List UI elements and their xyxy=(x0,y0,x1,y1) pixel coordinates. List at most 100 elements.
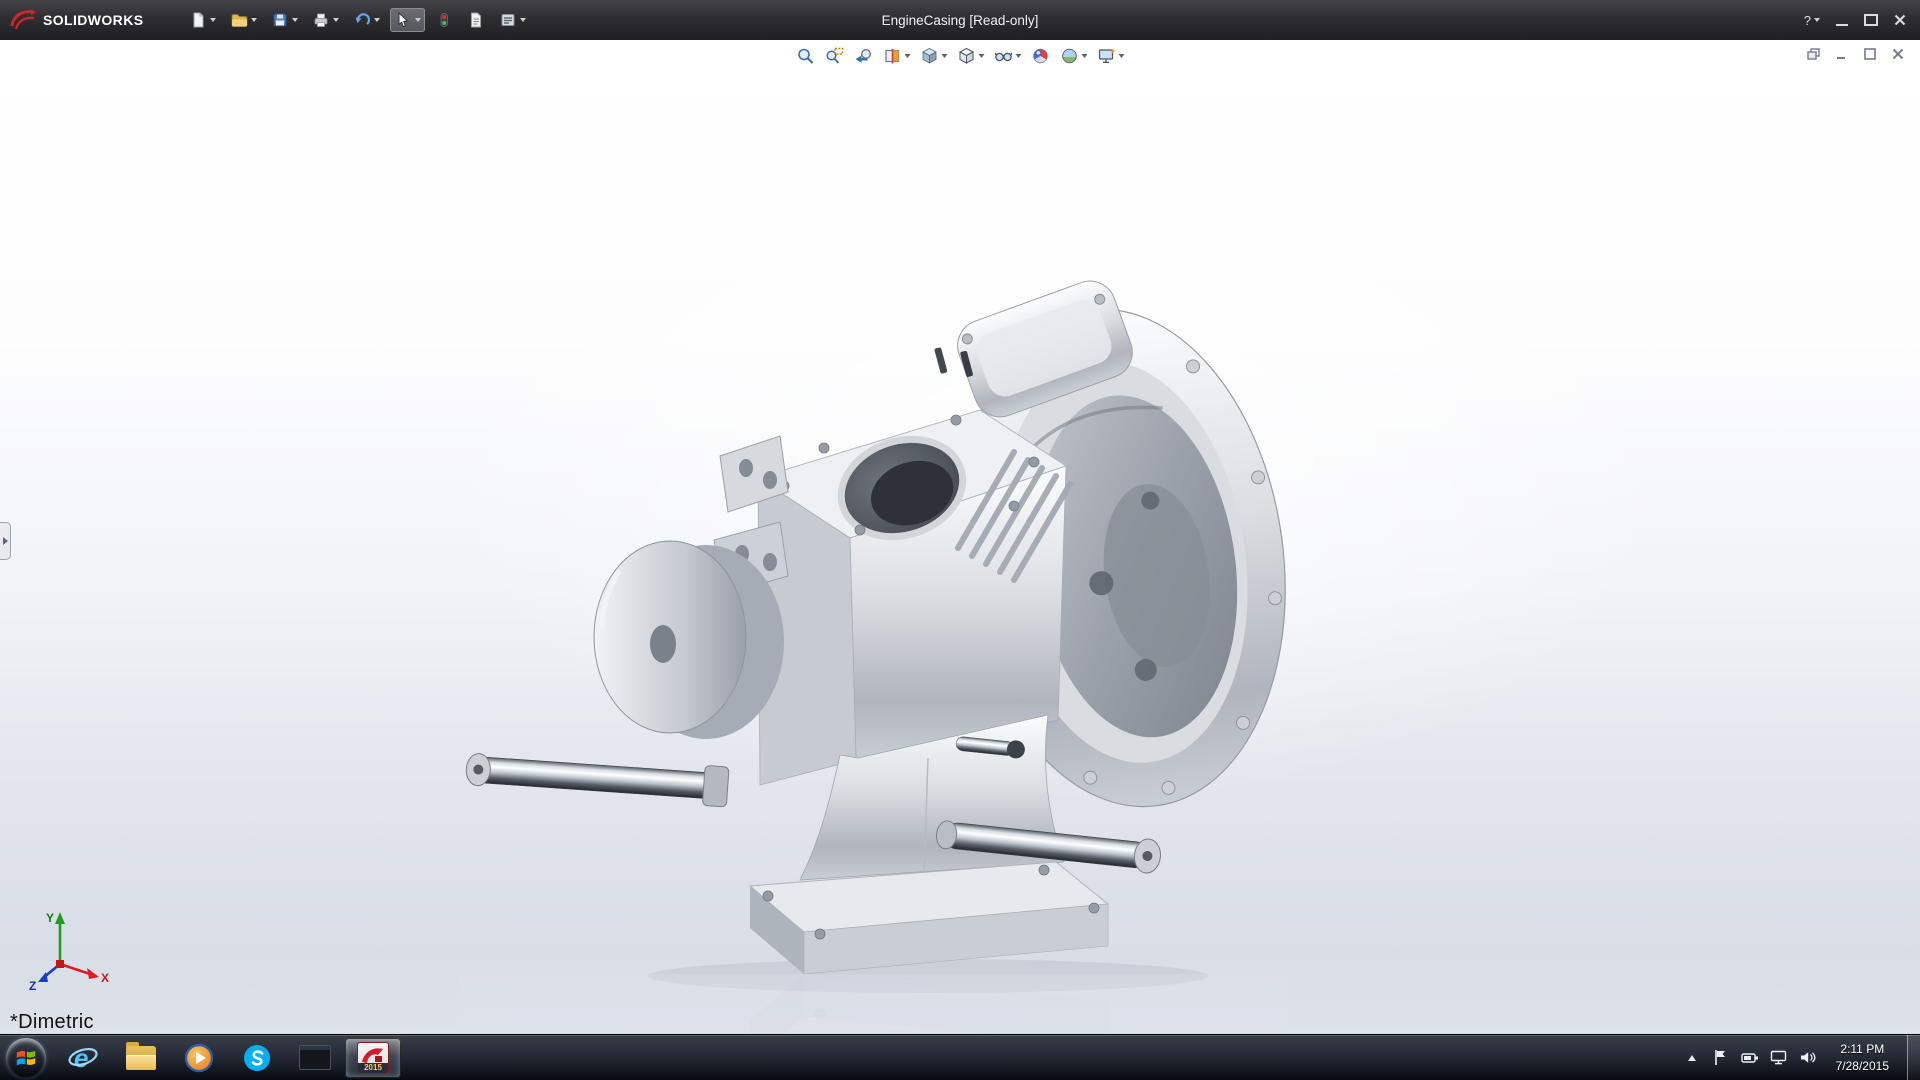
open-button[interactable] xyxy=(226,8,261,32)
taskbar-item-media-player[interactable] xyxy=(171,1038,227,1078)
zoom-to-area-button[interactable] xyxy=(822,43,848,69)
print-button[interactable] xyxy=(308,8,343,32)
previous-view-button[interactable] xyxy=(851,43,877,69)
undo-icon xyxy=(355,13,371,25)
select-button[interactable] xyxy=(390,8,426,32)
taskbar-item-command-window[interactable] xyxy=(287,1038,343,1078)
options-icon xyxy=(501,14,515,26)
engine-casing-geometry[interactable] xyxy=(465,280,1288,975)
folder-icon xyxy=(126,1041,156,1070)
help-button[interactable]: ? xyxy=(1804,13,1820,28)
close-button[interactable] xyxy=(1894,14,1906,26)
dropdown-caret-icon xyxy=(210,18,217,22)
command-window-icon xyxy=(299,1045,331,1070)
engine-casing-model[interactable] xyxy=(458,280,1288,1035)
internet-explorer-icon: e xyxy=(68,1043,98,1073)
close-icon xyxy=(1894,14,1906,26)
dropdown-caret-icon xyxy=(1015,54,1022,58)
hide-show-items-button[interactable] xyxy=(991,43,1025,69)
apply-scene-icon xyxy=(1062,48,1077,64)
dropdown-caret-icon xyxy=(904,54,911,58)
undo-button[interactable] xyxy=(349,8,384,32)
new-document-button[interactable] xyxy=(185,8,220,32)
view-orientation-button[interactable] xyxy=(917,43,951,69)
file-properties-button[interactable] xyxy=(463,8,489,32)
edit-appearance-button[interactable] xyxy=(1028,43,1054,69)
volume-button[interactable] xyxy=(1799,1048,1817,1068)
x-axis-arrow-icon xyxy=(87,968,99,979)
zoom-to-fit-button[interactable] xyxy=(793,43,819,69)
zoom-to-fit-icon xyxy=(798,48,814,64)
save-button[interactable] xyxy=(267,8,302,32)
select-arrow-icon xyxy=(399,11,409,28)
svg-text:e: e xyxy=(74,1043,88,1073)
taskbar-item-skype[interactable] xyxy=(229,1038,285,1078)
standard-toolbar xyxy=(185,8,530,32)
apply-scene-button[interactable] xyxy=(1057,43,1091,69)
open-icon xyxy=(232,14,248,27)
taskbar-item-windows-explorer[interactable] xyxy=(113,1038,169,1078)
show-desktop-button[interactable] xyxy=(1907,1035,1920,1080)
feature-tree-collapse-tab[interactable] xyxy=(0,522,11,560)
x-axis-label: X xyxy=(101,971,109,985)
window-controls: ? xyxy=(1804,13,1920,28)
flag-icon xyxy=(1715,1050,1726,1065)
dropdown-caret-icon xyxy=(374,18,381,22)
speaker-icon xyxy=(1801,1052,1816,1063)
clutch-cover-disc[interactable] xyxy=(593,540,784,739)
y-axis-arrow-icon xyxy=(55,912,65,924)
clock[interactable]: 2:11 PM 7/28/2015 xyxy=(1828,1041,1897,1073)
start-button[interactable] xyxy=(6,1038,46,1078)
doc-restore-icon xyxy=(1807,48,1820,60)
doc-maximize-button[interactable] xyxy=(1860,46,1880,62)
screen: SOLIDWORKS EngineCasing [Read-only] ? Y … xyxy=(0,0,1920,1080)
view-settings-button[interactable] xyxy=(1094,43,1128,69)
heads-up-toolbar xyxy=(793,43,1128,69)
display-button[interactable] xyxy=(1770,1048,1788,1068)
new-document-icon xyxy=(193,12,204,28)
hide-show-items-icon xyxy=(994,52,1013,62)
dropdown-caret-icon xyxy=(941,54,948,58)
display-style-icon xyxy=(958,47,975,64)
section-view-button[interactable] xyxy=(880,43,914,69)
solidworks-logo: SOLIDWORKS xyxy=(0,0,159,40)
print-icon xyxy=(315,13,328,27)
help-icon: ? xyxy=(1803,12,1811,28)
dropdown-caret-icon xyxy=(333,18,340,22)
battery-button[interactable] xyxy=(1740,1048,1759,1068)
window-title: EngineCasing [Read-only] xyxy=(881,12,1039,28)
dropdown-caret-icon xyxy=(1118,54,1125,58)
action-center-button[interactable] xyxy=(1712,1048,1730,1068)
doc-minimize-button[interactable] xyxy=(1832,46,1852,62)
reflection-fade xyxy=(458,974,1288,1035)
minimize-button[interactable] xyxy=(1836,15,1848,26)
file-properties-icon xyxy=(471,12,482,28)
options-button[interactable] xyxy=(495,8,530,32)
dropdown-caret-icon xyxy=(251,18,258,22)
taskbar-item-solidworks[interactable]: 2015 xyxy=(345,1037,401,1078)
doc-close-icon xyxy=(1892,48,1904,60)
dropdown-caret-icon xyxy=(292,18,299,22)
battery-icon xyxy=(1740,1052,1758,1063)
view-settings-icon xyxy=(1098,48,1116,63)
display-style-button[interactable] xyxy=(954,43,988,69)
doc-restore-button[interactable] xyxy=(1804,46,1824,62)
document-window-controls xyxy=(1804,46,1908,62)
solidworks-app-icon: 2015 xyxy=(357,1041,389,1074)
view-orientation-label: *Dimetric xyxy=(10,1011,94,1033)
media-player-icon xyxy=(184,1043,214,1072)
show-hidden-icons-button[interactable] xyxy=(1683,1048,1701,1068)
dropdown-caret-icon xyxy=(1814,18,1820,22)
doc-close-button[interactable] xyxy=(1888,46,1908,62)
taskbar-item-internet-explorer[interactable]: e xyxy=(55,1038,111,1078)
graphics-viewport[interactable]: Y X Z *Dimetric xyxy=(0,40,1920,1035)
rebuild-button[interactable] xyxy=(431,8,457,32)
expand-arrow-icon xyxy=(2,537,8,545)
left-mounting-rod[interactable] xyxy=(465,749,730,808)
maximize-button[interactable] xyxy=(1864,14,1878,26)
solidworks-year-badge: 2015 xyxy=(358,1062,388,1073)
triad-origin xyxy=(56,960,64,968)
y-axis-label: Y xyxy=(46,911,54,925)
edit-appearance-icon xyxy=(1033,48,1048,64)
save-icon xyxy=(273,13,287,27)
